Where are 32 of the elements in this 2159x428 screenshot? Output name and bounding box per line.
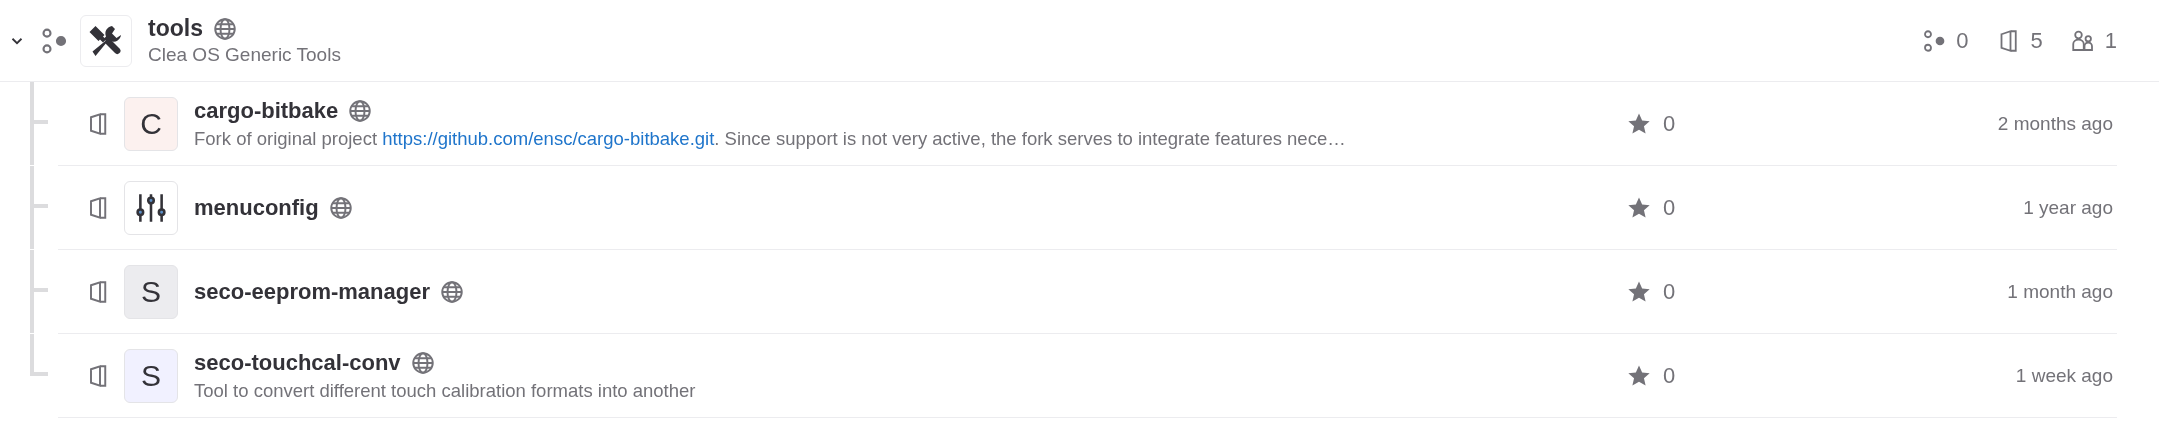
subgroup-icon — [1922, 28, 1947, 53]
star-count: 0 — [1663, 110, 1676, 137]
tree-connector — [30, 166, 48, 208]
star-count: 0 — [1663, 278, 1676, 305]
tree-connector — [30, 82, 48, 124]
tools-icon — [80, 14, 132, 67]
letter-avatar: S — [124, 264, 178, 319]
subgroup-icon — [40, 26, 68, 55]
project-name[interactable]: menuconfig — [194, 194, 319, 221]
project-description: Fork of original project https://github.com/ensc/cargo-bitbake.git. Since support is not very active, the fork serves to integrate features nece… — [194, 127, 1347, 150]
letter-avatar: S — [124, 348, 178, 403]
sliders-icon — [124, 180, 178, 235]
people-icon — [2070, 28, 2095, 53]
star-count: 0 — [1663, 362, 1676, 389]
tree-connector — [30, 334, 48, 376]
updated-time: 1 week ago — [2015, 364, 2114, 387]
count-text: 5 — [2030, 27, 2043, 54]
updated-time: 2 months ago — [1997, 112, 2114, 135]
count-text: 0 — [1956, 27, 1969, 54]
letter-avatar: C — [124, 96, 178, 151]
project-name[interactable]: seco-eeprom-manager — [194, 278, 430, 305]
group-description: Clea OS Generic Tools — [148, 44, 342, 66]
tree-connector — [30, 250, 48, 292]
project-name[interactable]: seco-touchcal-conv — [194, 349, 401, 376]
star-count: 0 — [1663, 194, 1676, 221]
updated-time: 1 year ago — [2023, 196, 2114, 219]
project-description: Tool to convert different touch calibration formats into another — [194, 379, 697, 402]
link[interactable]: https://github.com/ensc/cargo-bitbake.git — [382, 127, 715, 149]
group-name[interactable]: tools — [148, 15, 203, 42]
updated-time: 1 month ago — [2007, 280, 2114, 303]
project-name[interactable]: cargo-bitbake — [194, 97, 339, 124]
count-text: 1 — [2104, 27, 2117, 54]
